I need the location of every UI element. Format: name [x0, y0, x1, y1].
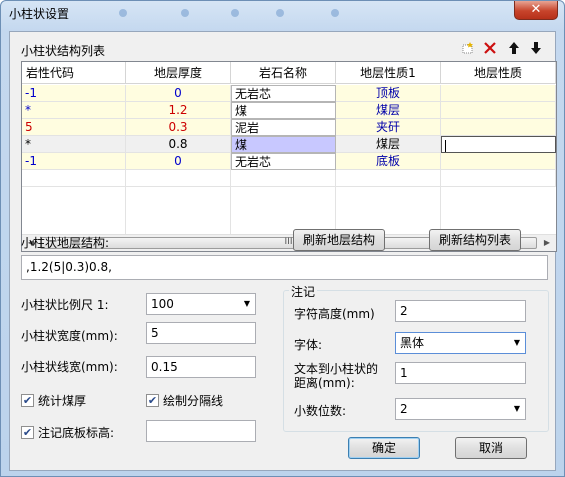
new-icon[interactable]: [460, 41, 476, 57]
cell-rock[interactable]: 泥岩: [231, 119, 336, 136]
cell-prop2[interactable]: [441, 119, 556, 136]
cell-thickness[interactable]: 1.2: [126, 102, 231, 119]
cell-prop1[interactable]: 夹矸: [336, 119, 441, 136]
cell-prop1[interactable]: 顶板: [336, 85, 441, 102]
cell-prop2[interactable]: [441, 85, 556, 102]
width-input[interactable]: 5: [146, 322, 256, 344]
table-row-empty: [22, 170, 556, 187]
cell-prop1[interactable]: 煤层: [336, 136, 441, 153]
column-header[interactable]: 地层性质: [441, 62, 556, 84]
cell-prop1[interactable]: 煤层: [336, 102, 441, 119]
delete-icon[interactable]: [482, 41, 498, 57]
decimals-combo[interactable]: 2 ▼: [395, 398, 526, 420]
annotation-group-label: 注记: [289, 283, 318, 300]
arrow-down-icon[interactable]: [528, 41, 544, 57]
structure-label: 小柱状地层结构:: [21, 236, 110, 250]
chevron-down-icon: ▼: [243, 299, 250, 308]
table-row-selected[interactable]: * 0.8 煤 煤层: [22, 136, 556, 153]
structure-grid[interactable]: 岩性代码 地层厚度 岩石名称 地层性质1 地层性质 -1 0 无岩芯 顶板 * …: [21, 61, 557, 252]
refresh-structure-button[interactable]: 刷新地层结构: [293, 229, 385, 251]
cancel-button[interactable]: 取消: [455, 437, 527, 459]
dialog-window: 小柱状设置 ✕ 小柱状结构列表 岩性代码 地层厚度 岩石名称 地层性质1 地层性…: [0, 0, 565, 477]
bottom-elev-label: 注记底板标高:: [38, 426, 115, 440]
cell-rock[interactable]: 煤: [231, 102, 336, 119]
dialog-client: 小柱状结构列表 岩性代码 地层厚度 岩石名称 地层性质1 地层性质 -1 0 无…: [9, 31, 557, 471]
font-label: 字体:: [294, 338, 323, 352]
cell-rock[interactable]: 无岩芯: [231, 85, 336, 102]
title-decoration: [331, 9, 339, 17]
stat-coal-checkbox[interactable]: ✔: [21, 394, 34, 407]
column-header[interactable]: 地层性质1: [336, 62, 441, 84]
title-decoration: [181, 9, 189, 17]
cell-thickness[interactable]: 0.3: [126, 119, 231, 136]
arrow-up-icon[interactable]: [506, 41, 522, 57]
title-decoration: [231, 9, 239, 17]
scroll-right-icon[interactable]: ▶: [540, 237, 554, 249]
char-height-label: 字符高度(mm): [294, 307, 375, 321]
linewidth-label: 小柱状线宽(mm):: [21, 360, 118, 374]
column-header[interactable]: 地层厚度: [126, 62, 231, 84]
cell-thickness[interactable]: 0: [126, 153, 231, 170]
linewidth-input[interactable]: 0.15: [146, 356, 256, 378]
chevron-down-icon: ▼: [513, 404, 520, 413]
chevron-down-icon: ▼: [513, 338, 520, 347]
distance-input[interactable]: 1: [395, 362, 526, 384]
window-title: 小柱状设置: [9, 7, 70, 21]
title-decoration: [119, 9, 127, 17]
structure-field[interactable]: ,1.2(5|0.3)0.8,: [21, 255, 548, 280]
cell-code[interactable]: *: [22, 102, 126, 119]
column-header[interactable]: 岩性代码: [22, 62, 126, 84]
cell-rock[interactable]: 无岩芯: [231, 153, 336, 170]
cell-code[interactable]: -1: [22, 85, 126, 102]
close-button[interactable]: ✕: [514, 1, 558, 20]
title-bar[interactable]: 小柱状设置 ✕: [1, 1, 564, 25]
table-row[interactable]: -1 0 无岩芯 底板: [22, 153, 556, 170]
scale-label: 小柱状比例尺 1:: [21, 298, 109, 312]
ok-button[interactable]: 确定: [348, 437, 420, 459]
title-decoration: [276, 9, 284, 17]
cell-prop2[interactable]: [441, 102, 556, 119]
scale-combo[interactable]: 100 ▼: [146, 293, 256, 315]
decimals-label: 小数位数:: [294, 404, 347, 418]
draw-sep-label: 绘制分隔线: [163, 394, 224, 408]
table-row[interactable]: * 1.2 煤 煤层: [22, 102, 556, 119]
cell-editor[interactable]: [441, 136, 556, 153]
cell-thickness[interactable]: 0.8: [126, 136, 231, 153]
stat-coal-label: 统计煤厚: [38, 394, 87, 408]
width-label: 小柱状宽度(mm):: [21, 329, 118, 343]
font-combo[interactable]: 黑体 ▼: [395, 332, 526, 354]
refresh-list-button[interactable]: 刷新结构列表: [429, 229, 521, 251]
char-height-input[interactable]: 2: [395, 300, 526, 322]
close-icon: ✕: [530, 2, 542, 17]
cell-prop1[interactable]: 底板: [336, 153, 441, 170]
grid-label: 小柱状结构列表: [21, 44, 106, 58]
cell-code[interactable]: -1: [22, 153, 126, 170]
table-row[interactable]: 5 0.3 泥岩 夹矸: [22, 119, 556, 136]
bottom-elev-checkbox[interactable]: ✔: [21, 426, 34, 439]
cell-thickness[interactable]: 0: [126, 85, 231, 102]
table-row[interactable]: -1 0 无岩芯 顶板: [22, 85, 556, 102]
cell-prop2[interactable]: [441, 153, 556, 170]
draw-sep-checkbox[interactable]: ✔: [146, 394, 159, 407]
cell-rock[interactable]: 煤: [231, 136, 336, 153]
cell-code[interactable]: *: [22, 136, 126, 153]
column-header[interactable]: 岩石名称: [231, 62, 336, 84]
distance-label-unit: 距离(mm):: [294, 376, 355, 390]
bottom-elev-input[interactable]: [146, 420, 256, 442]
cell-code[interactable]: 5: [22, 119, 126, 136]
